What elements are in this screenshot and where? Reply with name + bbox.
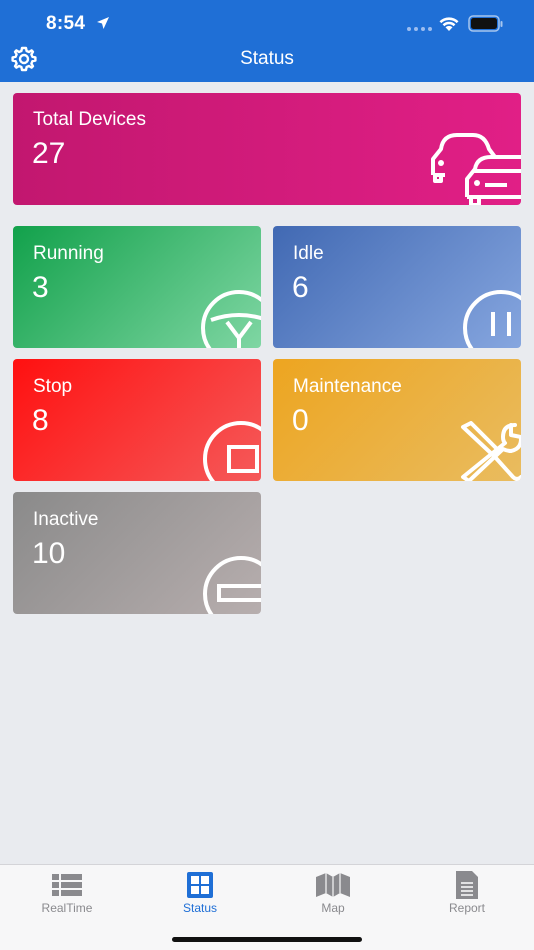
status-bar: 8:54 <box>0 0 534 48</box>
stop-label: Stop <box>33 376 73 397</box>
wifi-icon <box>439 17 459 31</box>
idle-value: 6 <box>292 271 309 304</box>
battery-icon <box>468 15 503 32</box>
status-time: 8:54 <box>46 13 86 34</box>
running-value: 3 <box>32 271 49 304</box>
cars-icon <box>431 133 521 205</box>
minus-circle-icon <box>203 556 261 614</box>
tab-realtime-label: RealTime <box>41 901 93 915</box>
total-devices-label: Total Devices <box>33 109 146 130</box>
tab-status-label: Status <box>182 901 218 915</box>
document-icon <box>456 871 478 899</box>
list-icon <box>52 874 82 896</box>
inactive-card[interactable]: Inactive 10 <box>13 492 261 614</box>
pause-icon <box>463 290 521 348</box>
idle-card[interactable]: Idle 6 <box>273 226 521 348</box>
maintenance-value: 0 <box>292 404 309 437</box>
cellular-signal-icon <box>407 27 432 31</box>
steering-wheel-icon <box>201 290 261 348</box>
app-header: 8:54 Status <box>0 0 534 82</box>
tab-map[interactable]: Map <box>283 871 383 923</box>
stop-icon <box>203 421 261 481</box>
running-label: Running <box>33 243 104 264</box>
inactive-value: 10 <box>32 537 66 570</box>
tab-report-label: Report <box>448 901 486 915</box>
grid-icon <box>187 872 213 898</box>
home-indicator <box>172 937 362 942</box>
page-title: Status <box>240 48 294 69</box>
tab-status[interactable]: Status <box>150 871 250 923</box>
tab-realtime[interactable]: RealTime <box>17 871 117 923</box>
idle-label: Idle <box>293 243 324 264</box>
location-arrow-icon <box>97 17 109 29</box>
maintenance-label: Maintenance <box>293 376 402 397</box>
map-icon <box>316 873 350 897</box>
stop-card[interactable]: Stop 8 <box>13 359 261 481</box>
tools-icon <box>461 421 521 481</box>
tab-report[interactable]: Report <box>417 871 517 923</box>
stop-value: 8 <box>32 404 49 437</box>
total-devices-card[interactable]: Total Devices 27 <box>13 93 521 205</box>
maintenance-card[interactable]: Maintenance 0 <box>273 359 521 481</box>
tab-map-label: Map <box>321 901 345 915</box>
total-devices-value: 27 <box>32 137 66 170</box>
running-card[interactable]: Running 3 <box>13 226 261 348</box>
inactive-label: Inactive <box>33 509 99 530</box>
